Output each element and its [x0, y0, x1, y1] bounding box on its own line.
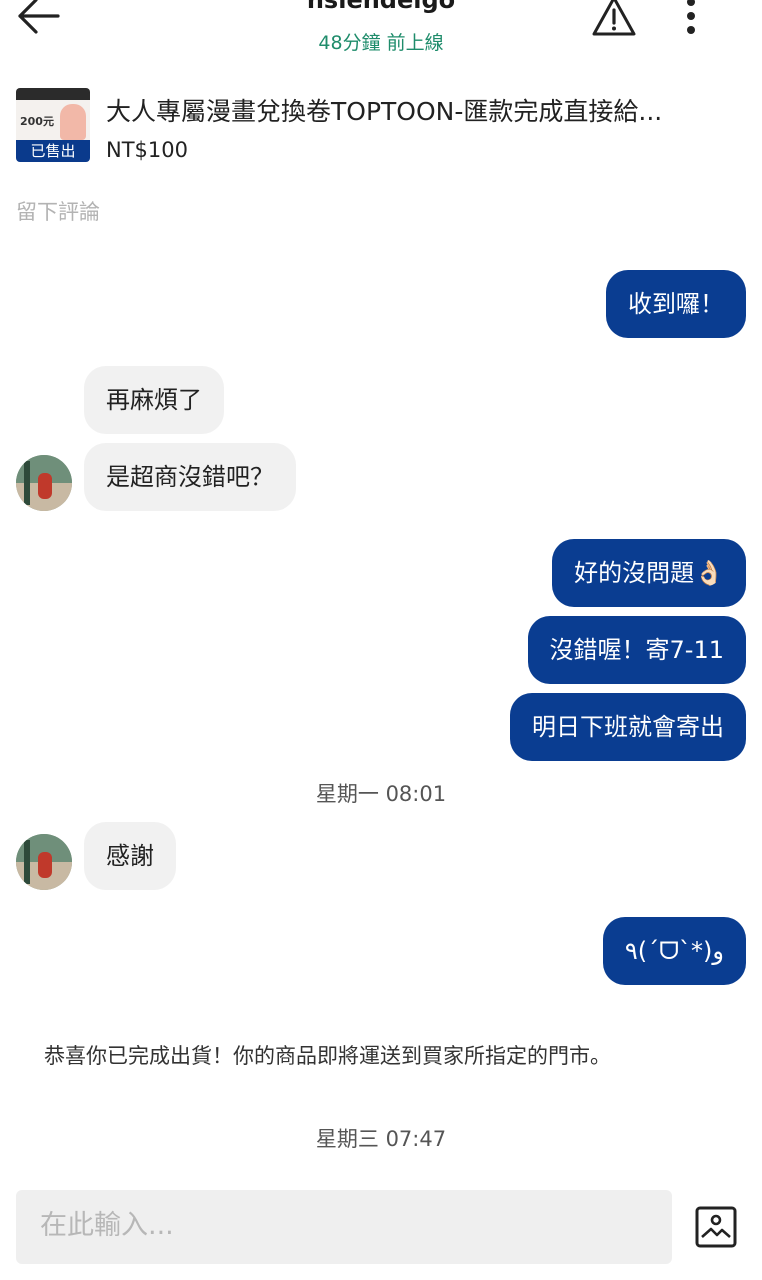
image-upload-icon [695, 1206, 737, 1248]
report-button[interactable] [590, 0, 638, 38]
chat-header: hsiendeigo 48分鐘 前上線 [0, 0, 762, 70]
message-bubble-sent[interactable]: 沒錯喔！寄7-11 [527, 616, 746, 684]
avatar-person [38, 473, 52, 499]
system-message: 恭喜你已完成出貨！你的商品即將運送到買家所指定的門市。 [44, 1044, 611, 1068]
product-title[interactable]: 大人專屬漫畫兌換卷TOPTOON-匯款完成直接給... [106, 92, 736, 128]
thumbnail-price: 200元 [20, 115, 54, 128]
thumbnail-banner [16, 88, 90, 100]
message-bubble-sent[interactable]: 收到囉！ [606, 270, 746, 338]
avatar-pole [24, 840, 30, 884]
message-bubble-sent[interactable]: ٩(ˊᗜˋ*)و [602, 917, 746, 985]
date-divider: 星期三 07:47 [315, 1127, 447, 1151]
message-input[interactable] [40, 1210, 640, 1241]
avatar-person [38, 852, 52, 878]
warning-triangle-icon [592, 0, 636, 36]
message-bubble-received[interactable]: 感謝 [84, 822, 176, 890]
product-price: NT$100 [106, 138, 188, 162]
avatar[interactable] [16, 834, 72, 890]
more-vertical-icon [687, 0, 695, 34]
message-bubble-sent[interactable]: 明日下班就會寄出 [510, 693, 746, 761]
avatar[interactable] [16, 455, 72, 511]
more-options-button[interactable] [676, 0, 706, 40]
sold-badge: 已售出 [16, 140, 90, 162]
online-status: 48分鐘 前上線 [318, 32, 444, 54]
thumbnail-character [60, 104, 86, 140]
message-composer[interactable] [16, 1190, 672, 1264]
date-divider: 星期一 08:01 [315, 782, 447, 806]
leave-review-link[interactable]: 留下評論 [16, 196, 100, 226]
product-thumbnail[interactable]: 200元 已售出 [16, 88, 90, 162]
product-summary[interactable]: 200元 已售出 大人專屬漫畫兌換卷TOPTOON-匯款完成直接給... NT$… [0, 86, 762, 168]
message-bubble-received[interactable]: 再麻煩了 [84, 366, 224, 434]
avatar-pole [24, 461, 30, 505]
chat-partner-name[interactable]: hsiendeigo [0, 0, 762, 14]
image-upload-button[interactable] [694, 1205, 738, 1249]
message-bubble-received[interactable]: 是超商沒錯吧？ [84, 443, 296, 511]
message-bubble-sent[interactable]: 好的沒問題👌🏻 [552, 539, 746, 607]
